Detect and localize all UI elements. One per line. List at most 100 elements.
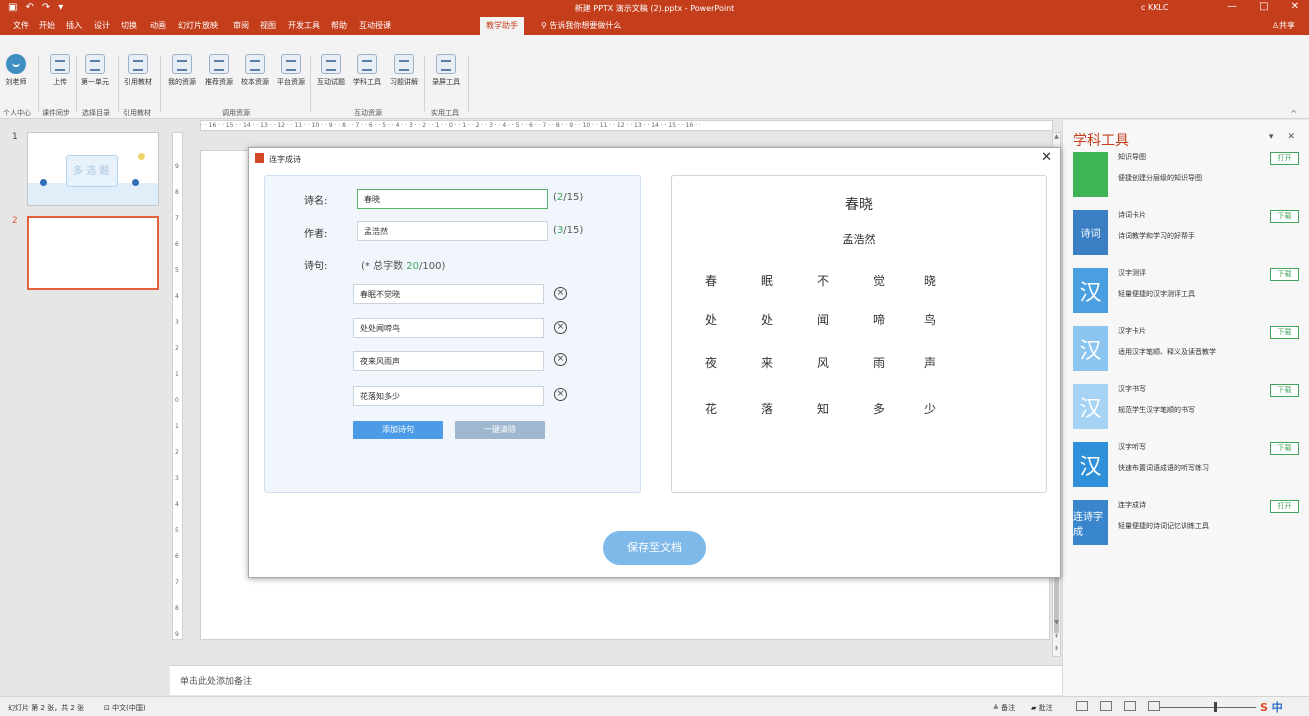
next-slide-icon[interactable]: ⇟ — [1053, 645, 1060, 652]
preview-char[interactable]: 少 — [920, 400, 940, 417]
tab-slideshow[interactable]: 幻灯片放映 — [178, 20, 218, 31]
tool-action-button[interactable]: 下载 — [1270, 326, 1299, 339]
quiz-button[interactable]: 互动试题 — [314, 54, 348, 87]
preview-char[interactable]: 风 — [813, 354, 833, 371]
tool-action-button[interactable]: 打开 — [1270, 500, 1299, 513]
language-indicator[interactable]: ⊡ 中文(中国) — [104, 703, 146, 713]
tab-home[interactable]: 开始 — [39, 20, 55, 31]
remove-line-icon[interactable]: × — [554, 321, 567, 334]
tool-item[interactable]: 汉 汉字听写 快速布置词语成语的听写练习 下载 — [1073, 442, 1299, 496]
tool-item[interactable]: 汉 汉字卡片 适用汉字笔顺、释义及读音教学 下载 — [1073, 326, 1299, 380]
tool-action-button[interactable]: 下载 — [1270, 210, 1299, 223]
school-resources-button[interactable]: 校本资源 — [238, 54, 272, 87]
preview-char[interactable]: 落 — [757, 400, 777, 417]
tab-file[interactable]: 文件 — [13, 20, 29, 31]
close-window-icon[interactable]: ✕ — [1291, 1, 1299, 12]
maximize-icon[interactable]: □ — [1259, 1, 1268, 12]
poem-line-input[interactable] — [353, 284, 544, 304]
minimize-icon[interactable]: — — [1227, 1, 1237, 12]
poem-line-input[interactable] — [353, 318, 544, 338]
normal-view-icon[interactable] — [1076, 701, 1088, 711]
tab-animations[interactable]: 动画 — [150, 20, 166, 31]
tab-view[interactable]: 视图 — [260, 20, 276, 31]
tab-teaching-assistant[interactable]: 教学助手 — [480, 17, 524, 35]
unit-button[interactable]: 第一单元 — [80, 54, 110, 87]
save-to-document-button[interactable]: 保存至文档 — [603, 531, 706, 565]
tool-action-button[interactable]: 打开 — [1270, 152, 1299, 165]
tool-action-button[interactable]: 下载 — [1270, 268, 1299, 281]
tab-help[interactable]: 帮助 — [331, 20, 347, 31]
preview-char[interactable]: 晓 — [920, 272, 940, 289]
slide-thumbnail-2[interactable] — [27, 216, 159, 290]
notes-pane[interactable]: 单击此处添加备注 — [170, 665, 1062, 695]
user-name[interactable]: c KKLC — [1141, 3, 1168, 12]
preview-char[interactable]: 来 — [757, 354, 777, 371]
subject-tools-button[interactable]: 学科工具 — [350, 54, 384, 87]
tool-item[interactable]: 诗词 诗词卡片 诗词教学和学习的好帮手 下载 — [1073, 210, 1299, 264]
pane-close-icon[interactable]: ✕ — [1287, 132, 1295, 142]
tab-design[interactable]: 设计 — [94, 20, 110, 31]
preview-char[interactable]: 啼 — [869, 311, 889, 328]
close-icon[interactable]: ✕ — [1041, 150, 1052, 165]
upload-button[interactable]: 上传 — [48, 54, 72, 87]
exercise-button[interactable]: 习题讲解 — [387, 54, 421, 87]
tool-action-button[interactable]: 下载 — [1270, 384, 1299, 397]
preview-char[interactable]: 雨 — [869, 354, 889, 371]
platform-resources-button[interactable]: 平台资源 — [274, 54, 308, 87]
reading-view-icon[interactable] — [1124, 701, 1136, 711]
collapse-ribbon-icon[interactable]: ^ — [1290, 109, 1297, 118]
zoom-slider[interactable] — [1160, 707, 1256, 708]
tab-insert[interactable]: 插入 — [66, 20, 82, 31]
tool-item[interactable]: 连诗字成 连字成诗 轻量便捷的诗词记忆训练工具 打开 — [1073, 500, 1299, 554]
my-resources-button[interactable]: 我的资源 — [165, 54, 199, 87]
slideshow-icon[interactable] — [1148, 701, 1160, 711]
author-input[interactable] — [357, 221, 548, 241]
preview-char[interactable]: 觉 — [869, 272, 889, 289]
pane-options-icon[interactable]: ▾ — [1269, 132, 1274, 142]
ruler-tick: 4 — [175, 501, 179, 508]
preview-char[interactable]: 花 — [701, 400, 721, 417]
preview-char[interactable]: 知 — [813, 400, 833, 417]
preview-char[interactable]: 声 — [920, 354, 940, 371]
poem-line-input[interactable] — [353, 351, 544, 371]
poem-line-input[interactable] — [353, 386, 544, 406]
preview-char[interactable]: 闻 — [813, 311, 833, 328]
add-line-button[interactable]: 添加诗句 — [353, 421, 443, 439]
preview-char[interactable]: 鸟 — [920, 311, 940, 328]
notes-toggle[interactable]: ≜ 备注 — [993, 703, 1015, 713]
slide-thumbnail-1[interactable]: 多 选 题 — [27, 132, 159, 206]
comments-toggle[interactable]: ▰ 批注 — [1031, 703, 1053, 713]
zoom-slider-thumb[interactable] — [1214, 702, 1217, 712]
preview-char[interactable]: 处 — [757, 311, 777, 328]
clear-all-button[interactable]: 一键清除 — [455, 421, 545, 439]
preview-char[interactable]: 多 — [869, 400, 889, 417]
recommended-button[interactable]: 推荐资源 — [202, 54, 236, 87]
poem-title-input[interactable] — [357, 189, 548, 209]
tab-developer[interactable]: 开发工具 — [288, 20, 320, 31]
textbook-button[interactable]: 引用教材 — [122, 54, 154, 87]
tool-action-button[interactable]: 下载 — [1270, 442, 1299, 455]
screen-record-button[interactable]: 录屏工具 — [429, 54, 463, 87]
remove-line-icon[interactable]: × — [554, 353, 567, 366]
tab-interactive-class[interactable]: 互动授课 — [359, 20, 391, 31]
preview-char[interactable]: 春 — [701, 272, 721, 289]
preview-char[interactable]: 眠 — [757, 272, 777, 289]
tell-me-search[interactable]: ⚲ 告诉我你想要做什么 — [541, 20, 621, 31]
share-button[interactable]: ♙共享 — [1272, 20, 1295, 31]
user-avatar-button[interactable]: 刘老师 — [4, 54, 28, 87]
preview-char[interactable]: 处 — [701, 311, 721, 328]
prev-slide-icon[interactable]: ⇞ — [1053, 633, 1060, 640]
tool-item[interactable]: 知识导图 便捷创建分层级的知识导图 打开 — [1073, 152, 1299, 206]
tab-transitions[interactable]: 切换 — [121, 20, 137, 31]
tab-review[interactable]: 审阅 — [233, 20, 249, 31]
preview-char[interactable]: 不 — [813, 272, 833, 289]
ime-indicator[interactable]: S 中 — [1260, 699, 1283, 715]
tool-item[interactable]: 汉 汉字书写 规范学生汉字笔顺的书写 下载 — [1073, 384, 1299, 438]
remove-line-icon[interactable]: × — [554, 388, 567, 401]
tool-item[interactable]: 汉 汉字测评 轻量便捷的汉字测评工具 下载 — [1073, 268, 1299, 322]
remove-line-icon[interactable]: × — [554, 287, 567, 300]
scroll-down-icon[interactable]: ▼ — [1053, 619, 1060, 626]
preview-char[interactable]: 夜 — [701, 354, 721, 371]
scroll-up-icon[interactable]: ▲ — [1053, 133, 1060, 140]
slide-sorter-icon[interactable] — [1100, 701, 1112, 711]
